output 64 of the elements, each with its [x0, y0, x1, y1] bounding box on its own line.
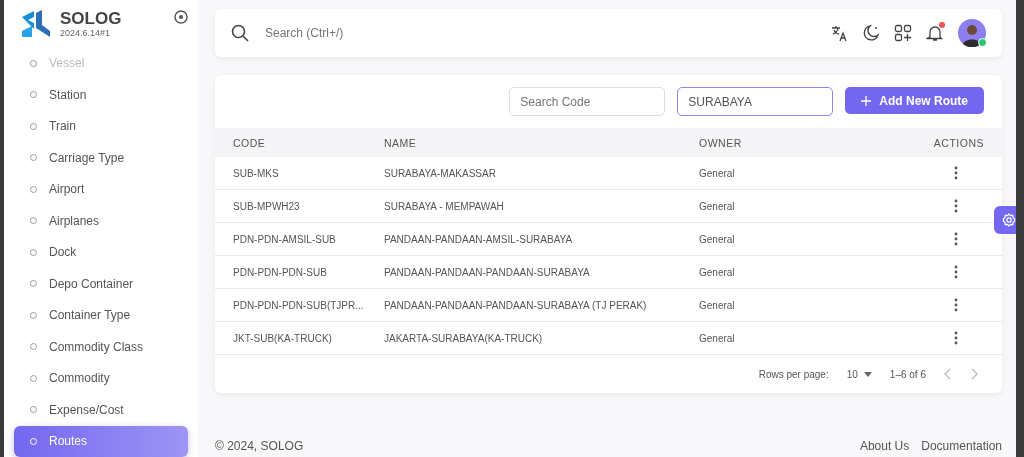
sidebar-item[interactable]: Carriage Type — [14, 142, 188, 174]
logo-icon — [20, 8, 52, 39]
sidebar-item[interactable]: Container Type — [14, 299, 188, 331]
rows-per-page-select[interactable]: 10 — [846, 368, 872, 380]
name-filter-field[interactable]: SURABAYA — [677, 87, 834, 116]
sidebar-item[interactable]: Commodity Class — [14, 331, 188, 363]
table-cell-text: JKT-SUB(KA-TRUCK) — [233, 332, 333, 344]
footer-link[interactable]: About Us — [859, 439, 910, 453]
table-cell-text: General — [699, 299, 736, 311]
brand-name: SOLOG — [60, 9, 123, 28]
column-header: ACTIONS — [932, 136, 984, 149]
apps-icon[interactable] — [894, 24, 912, 42]
footer-link[interactable]: Documentation — [921, 439, 1002, 453]
sidebar-item[interactable]: Commodity — [14, 362, 188, 394]
table-cell-text: SURABAYA-MAKASSAR — [384, 167, 497, 179]
sidebar-item[interactable]: Routes — [14, 425, 188, 457]
radio-toggle-icon[interactable] — [174, 9, 188, 24]
table-cell-text: SURABAYA - MEMPAWAH — [384, 200, 505, 212]
more-icon[interactable] — [954, 298, 958, 312]
settings-button[interactable] — [994, 206, 1016, 234]
table-cell-text: General — [699, 266, 736, 278]
translate-icon[interactable] — [830, 24, 848, 42]
copyright-text: © 2024, SOLOG — [215, 439, 304, 453]
more-icon[interactable] — [954, 166, 958, 180]
rows-per-page-label: Rows per page: — [758, 368, 829, 380]
sidebar-item[interactable]: Station — [14, 79, 188, 111]
sidebar-item[interactable]: Expense/Cost — [14, 394, 188, 426]
table-cell-text: General — [699, 332, 736, 344]
column-header: NAME — [384, 136, 418, 149]
table-cell-text: General — [699, 167, 736, 179]
moon-icon[interactable] — [862, 24, 880, 42]
table-cell-text: PDN-PDN-PDN-SUB — [233, 266, 328, 278]
table-cell-text: PANDAAN-PANDAAN-PANDAAN-SURABAYA — [384, 266, 591, 278]
sidebar-item[interactable]: Dock — [14, 236, 188, 268]
table-cell-text: PDN-PDN-AMSIL-SUB — [233, 233, 337, 245]
plus-icon — [861, 95, 872, 106]
more-icon[interactable] — [954, 265, 958, 279]
table-cell-text: JAKARTA-SURABAYA(KA-TRUCK) — [384, 332, 544, 344]
column-header: OWNER — [699, 136, 743, 149]
search-field[interactable]: Search (Ctrl+/) — [263, 25, 816, 41]
search-code-field[interactable]: Search Code — [509, 87, 666, 116]
caret-icon — [863, 371, 872, 377]
table-cell-text: PANDAAN-PANDAAN-AMSIL-SURABAYA — [384, 233, 574, 245]
gear-icon — [1002, 213, 1016, 227]
table-cell-text: SUB-MKS — [233, 167, 280, 179]
more-icon[interactable] — [954, 331, 958, 345]
column-header: CODE — [233, 136, 267, 149]
sidebar-item[interactable]: Airport — [14, 173, 188, 205]
version-label: 2024.6.14#1 — [60, 27, 112, 38]
add-route-button[interactable]: Add New Route — [845, 87, 984, 114]
table-cell-text: General — [699, 200, 736, 212]
table-cell-text: SUB-MPWH23 — [233, 200, 301, 212]
more-icon[interactable] — [954, 232, 958, 246]
more-icon[interactable] — [954, 199, 958, 213]
page-range: 1–6 of 6 — [889, 368, 926, 380]
table-cell-text: PANDAAN-PANDAAN-PANDAAN-SURABAYA (TJ PERAK) — [384, 299, 648, 311]
table-cell-text: General — [699, 233, 736, 245]
bell-icon[interactable] — [926, 24, 944, 42]
avatar[interactable] — [958, 19, 986, 47]
sidebar-item[interactable]: Airplanes — [14, 205, 188, 237]
table-cell-text: PDN-PDN-PDN-SUB(TJPR... — [233, 299, 365, 311]
search-icon — [231, 24, 249, 42]
sidebar-item[interactable]: Train — [14, 110, 188, 142]
sidebar-item[interactable]: Depo Container — [14, 268, 188, 300]
